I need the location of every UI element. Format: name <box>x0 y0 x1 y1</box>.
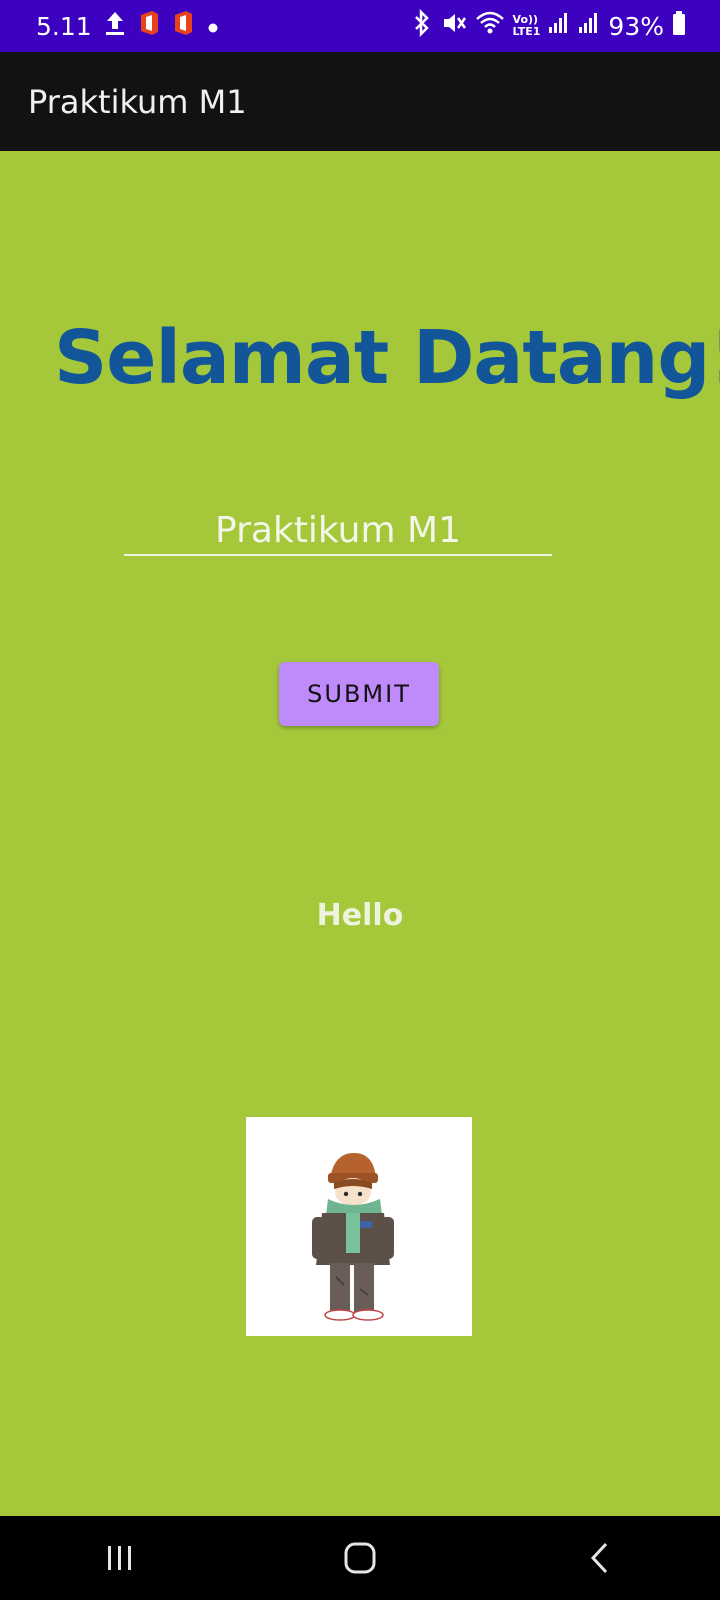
character-illustration <box>312 1153 394 1321</box>
home-button[interactable] <box>320 1528 400 1588</box>
navigation-bar <box>0 1516 720 1600</box>
status-time: 5.11 <box>36 11 92 41</box>
character-image <box>246 1117 472 1336</box>
back-button[interactable] <box>560 1528 640 1588</box>
submit-button[interactable]: SUBMIT <box>279 662 439 726</box>
volte-icon: Vo)) LTE1 <box>513 14 541 38</box>
lte-label: LTE1 <box>512 25 541 38</box>
bluetooth-icon <box>411 8 433 43</box>
battery-percent: 93% <box>608 11 664 41</box>
recent-apps-icon <box>108 1546 131 1570</box>
upload-icon <box>104 10 126 42</box>
office-icon <box>138 10 160 42</box>
home-icon <box>344 1542 376 1574</box>
signal-icon <box>548 11 570 41</box>
status-bar: 5.11 Vo)) LTE1 93% <box>0 0 720 52</box>
recent-apps-button[interactable] <box>80 1528 160 1588</box>
app-title: Praktikum M1 <box>28 82 247 121</box>
wifi-icon <box>475 10 505 42</box>
back-icon <box>590 1542 608 1574</box>
hello-text: Hello <box>316 898 404 933</box>
app-bar: Praktikum M1 <box>0 52 720 151</box>
battery-icon <box>672 10 686 42</box>
welcome-heading: Selamat Datang! <box>54 315 720 401</box>
name-input[interactable] <box>124 506 552 556</box>
dot-icon <box>206 12 220 41</box>
signal-icon <box>578 11 600 41</box>
office-icon <box>172 10 194 42</box>
mute-icon <box>441 10 467 42</box>
main-content: Selamat Datang! SUBMIT Hello <box>0 151 720 1516</box>
